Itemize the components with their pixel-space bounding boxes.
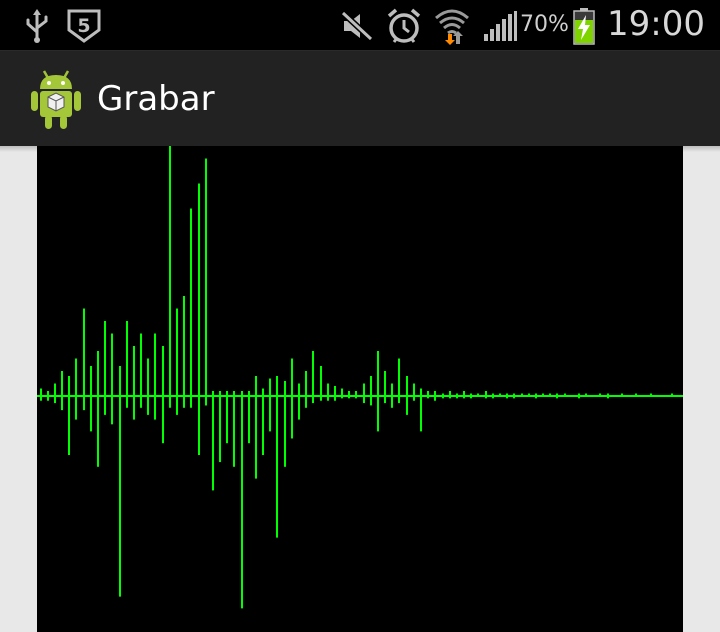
svg-text:5: 5 (77, 15, 90, 37)
signal-icon (484, 11, 517, 41)
audio-waveform (37, 146, 683, 632)
alarm-icon (387, 8, 421, 43)
battery-charging-icon (573, 8, 595, 45)
action-bar: Grabar (0, 50, 720, 146)
status-bar: 5 70% 19:00 (0, 0, 720, 50)
muted-icon (340, 10, 374, 42)
wifi-icon (435, 9, 469, 45)
s-badge-icon: 5 (67, 9, 101, 43)
usb-icon (26, 9, 48, 43)
app-title: Grabar (97, 79, 215, 119)
battery-percent: 70% (520, 12, 569, 37)
status-time: 19:00 (607, 4, 705, 44)
android-app-icon[interactable] (28, 67, 84, 131)
